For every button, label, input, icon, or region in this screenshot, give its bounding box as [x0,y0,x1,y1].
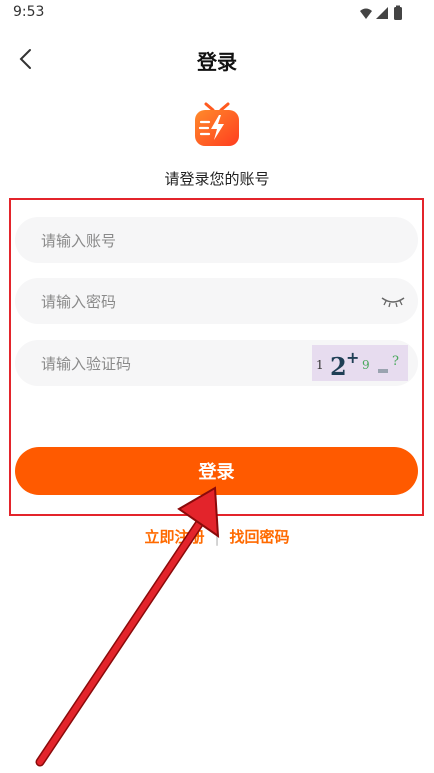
link-separator: | [214,528,220,546]
status-time: 9:53 [13,4,45,20]
header: 登录 [0,38,434,80]
account-input[interactable] [39,217,343,265]
captcha-image[interactable]: 1 2 + 9 ? [312,345,408,381]
status-icons [360,5,402,20]
register-link[interactable]: 立即注册 [144,528,204,546]
signal-icon [376,7,388,19]
eye-closed-icon[interactable] [380,292,406,310]
svg-text:+: + [346,348,359,367]
captcha-field: 1 2 + 9 ? [15,340,418,388]
page-title: 登录 [197,50,237,74]
password-field [15,278,418,326]
status-bar: 9:53 [0,0,434,26]
captcha-input[interactable] [39,340,293,388]
account-field [15,217,418,265]
app-logo-icon [195,102,239,146]
wifi-icon [360,8,372,19]
forgot-password-link[interactable]: 找回密码 [230,528,290,546]
svg-text:?: ? [392,354,399,369]
svg-text:2: 2 [330,352,347,381]
battery-icon [394,7,402,20]
auth-links: 立即注册 | 找回密码 [0,526,434,547]
svg-text:9: 9 [362,358,370,372]
password-input[interactable] [39,278,343,326]
login-subtitle: 请登录您的账号 [164,170,270,188]
svg-text:1: 1 [316,358,324,372]
login-button[interactable]: 登录 [15,447,418,495]
